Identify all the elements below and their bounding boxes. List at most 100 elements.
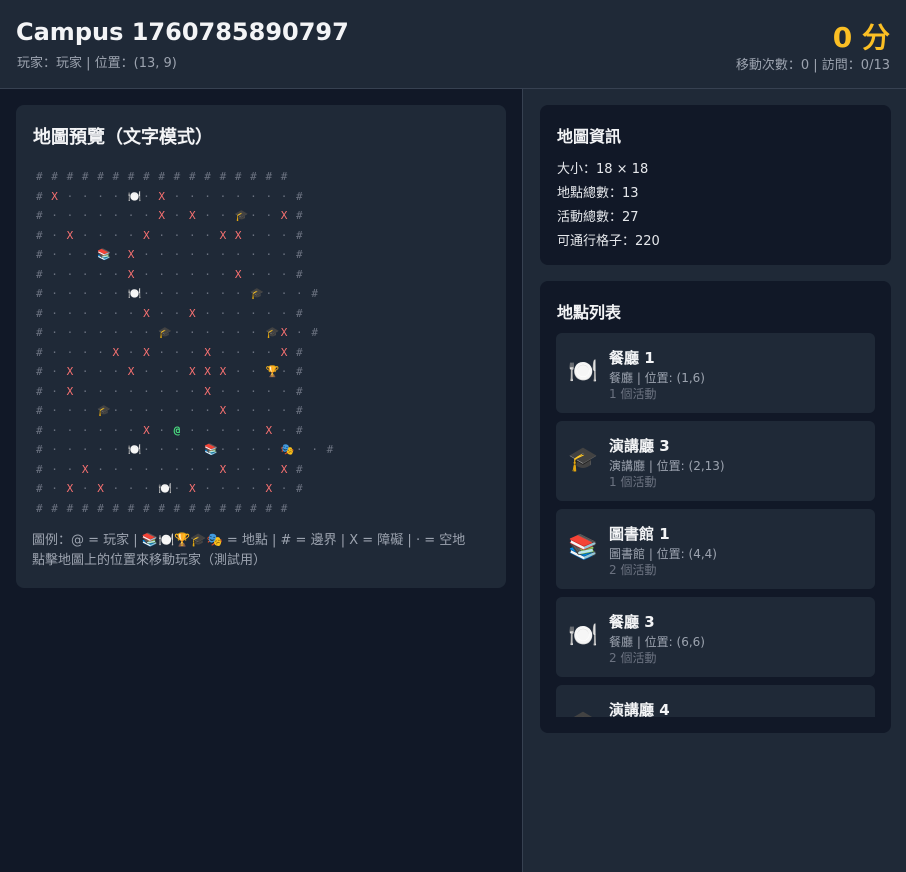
map-cell-empty[interactable]: · xyxy=(112,304,127,324)
map-cell-empty[interactable]: · xyxy=(128,479,143,499)
map-cell-empty[interactable]: · xyxy=(204,323,219,343)
map-cell-empty[interactable]: · xyxy=(265,440,280,460)
map-cell-empty[interactable]: · xyxy=(158,226,173,246)
map-cell-empty[interactable]: · xyxy=(82,265,97,285)
map-cell-empty[interactable]: · xyxy=(189,187,204,207)
map-cell-location-icon[interactable]: 🎭 xyxy=(281,440,296,460)
map-cell-border[interactable]: # xyxy=(128,499,143,519)
map-cell-empty[interactable]: · xyxy=(220,304,235,324)
map-cell-obstacle[interactable]: X xyxy=(67,382,82,402)
map-cell-obstacle[interactable]: X xyxy=(143,421,158,441)
map-cell-empty[interactable]: · xyxy=(220,245,235,265)
map-cell-obstacle[interactable]: X xyxy=(204,382,219,402)
map-cell-empty[interactable]: · xyxy=(220,479,235,499)
map-cell-empty[interactable]: · xyxy=(250,460,265,480)
map-cell-border[interactable]: # xyxy=(36,265,51,285)
map-cell-empty[interactable]: · xyxy=(67,245,82,265)
map-cell-empty[interactable]: · xyxy=(265,187,280,207)
map-cell-obstacle[interactable]: X xyxy=(220,362,235,382)
map-cell-empty[interactable]: · xyxy=(265,206,280,226)
map-cell-empty[interactable]: · xyxy=(112,362,127,382)
map-cell-border[interactable]: # xyxy=(189,167,204,187)
map-cell-obstacle[interactable]: X xyxy=(82,460,97,480)
map-cell-location-icon[interactable]: 📚 xyxy=(97,245,112,265)
map-cell-empty[interactable]: · xyxy=(220,343,235,363)
map-cell-empty[interactable]: · xyxy=(174,440,189,460)
map-cell-empty[interactable]: · xyxy=(82,187,97,207)
map-cell-border[interactable]: # xyxy=(250,167,265,187)
map-cell-obstacle[interactable]: X xyxy=(281,323,296,343)
map-cell-empty[interactable]: · xyxy=(250,304,265,324)
map-cell-empty[interactable]: · xyxy=(250,187,265,207)
map-cell-empty[interactable]: · xyxy=(220,440,235,460)
map-cell-empty[interactable]: · xyxy=(97,382,112,402)
map-cell-empty[interactable]: · xyxy=(189,226,204,246)
map-cell-empty[interactable]: · xyxy=(82,284,97,304)
map-cell-obstacle[interactable]: X xyxy=(235,265,250,285)
map-cell-empty[interactable]: · xyxy=(204,460,219,480)
map-cell-empty[interactable]: · xyxy=(67,265,82,285)
map-cell-empty[interactable]: · xyxy=(82,362,97,382)
map-cell-border[interactable]: # xyxy=(220,167,235,187)
map-cell-border[interactable]: # xyxy=(67,499,82,519)
map-cell-border[interactable]: # xyxy=(296,245,311,265)
map-cell-empty[interactable]: · xyxy=(296,323,311,343)
map-cell-empty[interactable]: · xyxy=(281,421,296,441)
map-cell-empty[interactable]: · xyxy=(281,187,296,207)
map-cell-border[interactable]: # xyxy=(82,167,97,187)
map-cell-empty[interactable]: · xyxy=(189,460,204,480)
map-cell-empty[interactable]: · xyxy=(204,479,219,499)
map-cell-border[interactable]: # xyxy=(112,167,127,187)
map-cell-empty[interactable]: · xyxy=(189,421,204,441)
map-cell-border[interactable]: # xyxy=(296,362,311,382)
map-cell-empty[interactable]: · xyxy=(174,323,189,343)
map-cell-empty[interactable]: · xyxy=(143,362,158,382)
map-cell-border[interactable]: # xyxy=(51,499,66,519)
map-cell-border[interactable]: # xyxy=(174,167,189,187)
map-cell-empty[interactable]: · xyxy=(220,265,235,285)
map-cell-empty[interactable]: · xyxy=(265,343,280,363)
map-cell-empty[interactable]: · xyxy=(51,382,66,402)
map-cell-obstacle[interactable]: X xyxy=(97,479,112,499)
map-cell-empty[interactable]: · xyxy=(235,382,250,402)
map-cell-empty[interactable]: · xyxy=(296,440,311,460)
map-cell-empty[interactable]: · xyxy=(189,284,204,304)
map-cell-empty[interactable]: · xyxy=(97,284,112,304)
map-cell-border[interactable]: # xyxy=(204,499,219,519)
map-cell-empty[interactable]: · xyxy=(281,265,296,285)
map-cell-border[interactable]: # xyxy=(36,343,51,363)
map-cell-border[interactable]: # xyxy=(204,167,219,187)
map-cell-empty[interactable]: · xyxy=(235,343,250,363)
map-cell-empty[interactable]: · xyxy=(51,323,66,343)
map-cell-empty[interactable]: · xyxy=(67,304,82,324)
map-cell-empty[interactable]: · xyxy=(204,401,219,421)
map-cell-border[interactable]: # xyxy=(36,362,51,382)
map-cell-empty[interactable]: · xyxy=(204,206,219,226)
map-cell-border[interactable]: # xyxy=(296,460,311,480)
map-cell-obstacle[interactable]: X xyxy=(143,304,158,324)
map-cell-empty[interactable]: · xyxy=(158,362,173,382)
map-cell-border[interactable]: # xyxy=(36,440,51,460)
map-cell-obstacle[interactable]: X xyxy=(128,362,143,382)
map-cell-empty[interactable]: · xyxy=(265,226,280,246)
map-cell-empty[interactable]: · xyxy=(281,304,296,324)
map-cell-obstacle[interactable]: X xyxy=(220,460,235,480)
map-cell-empty[interactable]: · xyxy=(174,382,189,402)
map-cell-empty[interactable]: · xyxy=(97,323,112,343)
map-cell-obstacle[interactable]: X xyxy=(281,460,296,480)
map-cell-empty[interactable]: · xyxy=(189,401,204,421)
map-cell-border[interactable]: # xyxy=(296,226,311,246)
map-cell-obstacle[interactable]: X xyxy=(128,245,143,265)
map-cell-empty[interactable]: · xyxy=(235,401,250,421)
map-cell-empty[interactable]: · xyxy=(158,401,173,421)
map-cell-empty[interactable]: · xyxy=(204,304,219,324)
location-item[interactable]: 📚 圖書館 1 圖書館 | 位置: (4,4) 2 個活動 xyxy=(556,509,875,589)
map-cell-obstacle[interactable]: X xyxy=(51,187,66,207)
map-cell-empty[interactable]: · xyxy=(174,460,189,480)
map-cell-border[interactable]: # xyxy=(281,167,296,187)
map-cell-border[interactable]: # xyxy=(281,499,296,519)
map-cell-obstacle[interactable]: X xyxy=(189,304,204,324)
map-cell-location-icon[interactable]: 🎓 xyxy=(97,401,112,421)
map-cell-empty[interactable]: · xyxy=(235,245,250,265)
map-cell-empty[interactable]: · xyxy=(51,226,66,246)
